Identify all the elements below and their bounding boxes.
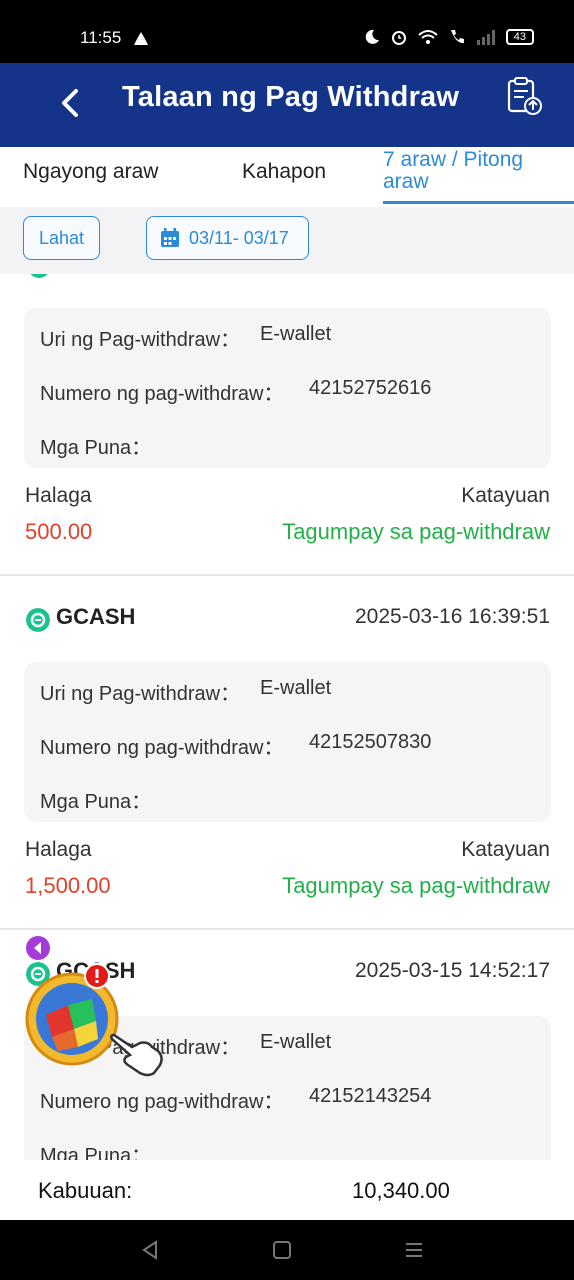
filter-bar: Lahat 03/11- 03/17	[0, 207, 574, 274]
total-footer: Kabuuan: 10,340.00	[0, 1160, 574, 1220]
calendar-icon	[161, 228, 179, 247]
active-tab-indicator	[383, 201, 574, 204]
status-value: Tagumpay sa pag-withdraw	[282, 873, 550, 898]
withdraw-number-label: Numero ng pag-withdraw：	[40, 1091, 284, 1113]
amount-label: Halaga	[25, 484, 92, 507]
withdraw-number-value: 42152752616	[309, 377, 432, 399]
home-square-icon[interactable]	[270, 1238, 294, 1262]
withdraw-type-label: Uri ng Pag-withdraw：	[40, 683, 241, 705]
date-tabs: Ngayong araw Kahapon 7 araw / Pitong ara…	[0, 147, 574, 208]
gcash-logo-icon	[28, 274, 50, 278]
record-timestamp: 2025-03-15 14:52:17	[355, 959, 550, 982]
record-details: Uri ng Pag-withdraw： E-wallet Numero ng p…	[24, 308, 551, 468]
withdraw-type-label: Uri ng Pag-withdraw：	[40, 329, 241, 351]
recents-menu-icon[interactable]	[402, 1238, 426, 1262]
status-bar: 11:55 43	[0, 0, 574, 63]
pointing-hand-icon	[110, 1033, 163, 1077]
withdraw-number-label: Numero ng pag-withdraw：	[40, 737, 284, 759]
signal-icon	[476, 30, 495, 45]
record-timestamp: 2025-03-16 16:39:51	[355, 605, 550, 628]
status-time: 11:55	[80, 28, 122, 47]
tab-yesterday[interactable]: Kahapon	[242, 160, 326, 184]
status-value: Tagumpay sa pag-withdraw	[282, 519, 550, 544]
withdraw-number-value: 42152507830	[309, 731, 432, 753]
remarks-label: Mga Puna：	[40, 437, 152, 459]
notification-icon	[134, 32, 148, 45]
status-label: Katayuan	[461, 484, 550, 507]
remarks-label: Mga Puna：	[40, 1145, 152, 1160]
tab-today[interactable]: Ngayong araw	[23, 160, 158, 184]
filter-all-label: Lahat	[38, 227, 85, 248]
app-header: Talaan ng Pag Withdraw	[0, 63, 574, 147]
system-nav-bar	[0, 1220, 574, 1280]
total-value: 10,340.00	[352, 1178, 450, 1203]
record-divider	[0, 928, 574, 930]
collapse-arrow-icon[interactable]	[25, 935, 51, 961]
date-range-button[interactable]: 03/11- 03/17	[146, 216, 309, 260]
withdraw-number-label: Numero ng pag-withdraw：	[40, 383, 284, 405]
call-icon	[450, 30, 464, 44]
amount-label: Halaga	[25, 838, 92, 861]
back-triangle-icon[interactable]	[138, 1238, 162, 1262]
withdraw-type-value: E-wallet	[260, 1031, 332, 1053]
gcash-logo-icon	[26, 608, 50, 632]
remarks-label: Mga Puna：	[40, 791, 152, 813]
status-icons: 43	[364, 28, 534, 46]
withdraw-type-value: E-wallet	[260, 323, 332, 345]
back-arrow-icon[interactable]	[52, 81, 92, 125]
tab-seven-days[interactable]: 7 araw / Pitong araw	[383, 149, 553, 193]
wifi-icon	[418, 30, 438, 44]
status-label: Katayuan	[461, 838, 550, 861]
clipboard-upload-icon[interactable]	[502, 75, 546, 119]
record-divider	[0, 574, 574, 576]
battery-icon: 43	[505, 29, 534, 45]
total-label: Kabuuan:	[38, 1178, 133, 1203]
moon-icon	[365, 29, 379, 44]
payment-method-name: GCASH	[56, 604, 136, 629]
amount-value: 500.00	[25, 519, 93, 544]
record-details: Uri ng Pag-withdraw： E-wallet Numero ng p…	[24, 662, 551, 822]
alert-badge-icon	[84, 963, 110, 989]
floating-game-widget[interactable]	[24, 935, 174, 1085]
filter-all-button[interactable]: Lahat	[23, 216, 100, 260]
date-range-text: 03/11- 03/17	[189, 227, 289, 248]
withdraw-type-value: E-wallet	[260, 677, 332, 699]
withdraw-number-value: 42152143254	[309, 1085, 432, 1107]
amount-value: 1,500.00	[25, 873, 111, 898]
alarm-icon	[391, 31, 406, 45]
page-title: Talaan ng Pag Withdraw	[122, 81, 460, 113]
record-header: GCASH 2025-03-16 16:39:51	[24, 600, 550, 640]
